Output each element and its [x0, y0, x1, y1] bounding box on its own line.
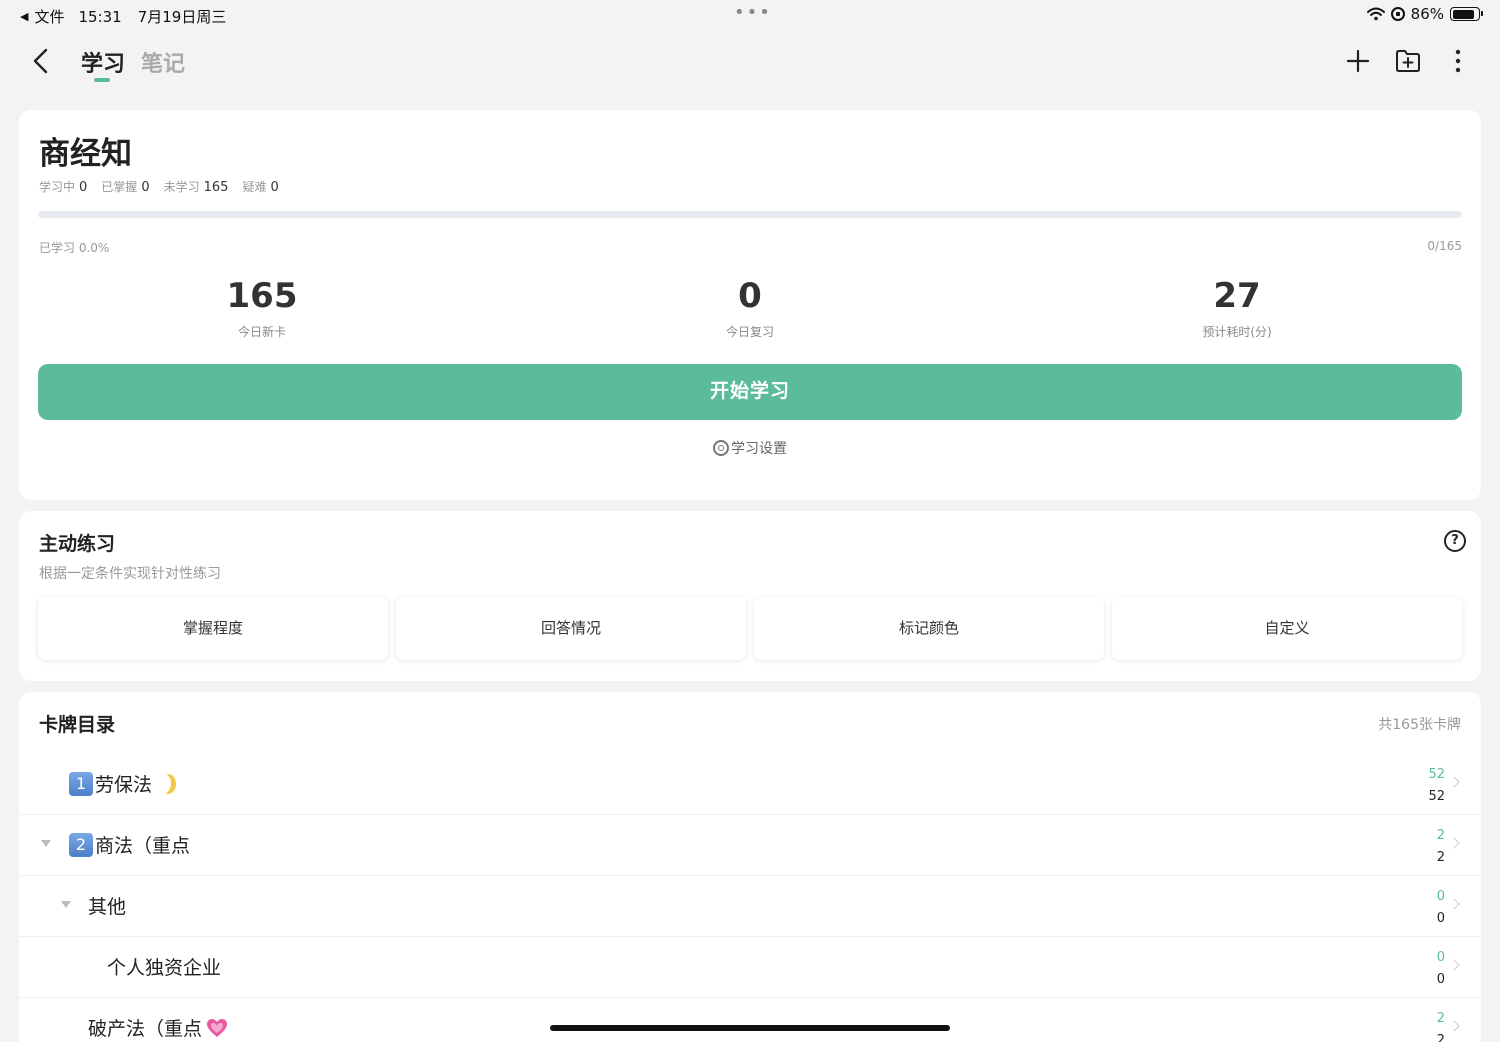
more-menu-icon[interactable] [1444, 46, 1472, 76]
catalog-list: 1 劳保法 52 52 2 商法（重点 2 2 其他 0 0 个人独资企业 0 … [19, 754, 1481, 1042]
catalog-row-name: 其他 [88, 896, 127, 918]
status-time: 15:31 [78, 7, 122, 26]
catalog-title: 卡牌目录 [39, 714, 116, 736]
chevron-right-icon [1448, 837, 1460, 849]
multitasking-dots-icon[interactable]: ••• [734, 4, 772, 22]
status-date: 7月19日周三 [137, 8, 227, 26]
catalog-row-name: 2 商法（重点 [69, 831, 190, 858]
catalog-row-counts: 0 0 [1436, 889, 1445, 926]
catalog-row[interactable]: 破产法（重点 2 2 [19, 998, 1481, 1042]
chevron-right-icon [1448, 898, 1460, 910]
catalog-row-counts: 0 0 [1436, 950, 1445, 987]
practice-card: 主动练习 根据一定条件实现针对性练习 ? 掌握程度 回答情况 标记颜色 自定义 [19, 511, 1481, 681]
metric-review: 0 今日复习 [725, 276, 774, 339]
home-indicator[interactable] [550, 1025, 950, 1031]
progress-bar [38, 211, 1462, 218]
heart-icon [207, 1018, 228, 1037]
practice-custom-button[interactable]: 自定义 [1112, 597, 1462, 660]
expand-caret-icon[interactable] [41, 840, 51, 847]
start-study-button[interactable]: 开始学习 [38, 364, 1462, 420]
tab-study[interactable]: 学习 [81, 46, 125, 78]
catalog-row-name: 破产法（重点 [88, 1014, 228, 1041]
battery-icon [1450, 7, 1483, 21]
back-icon[interactable] [28, 46, 56, 76]
number-one-badge-icon: 1 [69, 771, 93, 796]
battery-percent: 86% [1410, 5, 1444, 23]
top-nav: 学习 笔记 [0, 36, 1500, 88]
study-settings-label[interactable]: 学习设置 [731, 438, 787, 458]
practice-mark-color-button[interactable]: 标记颜色 [754, 597, 1104, 660]
catalog-row-counts: 2 2 [1436, 828, 1445, 865]
practice-title: 主动练习 [39, 533, 116, 555]
catalog-row[interactable]: 其他 0 0 [19, 876, 1481, 937]
add-folder-icon[interactable] [1394, 46, 1422, 76]
stat-difficult: 疑难 0 [242, 180, 279, 195]
catalog-row-name: 1 劳保法 [69, 770, 177, 797]
catalog-row[interactable]: 2 商法（重点 2 2 [19, 815, 1481, 876]
chevron-right-icon [1448, 1020, 1460, 1032]
metric-new-cards: 165 今日新卡 [226, 276, 298, 339]
practice-subtitle: 根据一定条件实现针对性练习 [39, 566, 221, 582]
progress-count: 0/165 [1427, 239, 1462, 253]
orientation-lock-icon [1390, 7, 1405, 21]
metric-estimated-time: 27 预计耗时(分) [1202, 276, 1272, 339]
progress-percent: 已学习 0.0% [39, 241, 110, 255]
study-card: 商经知 学习中 0 已掌握 0 未学习 165 疑难 0 已学习 0.0% 0/165 … [19, 110, 1481, 500]
catalog-row[interactable]: 个人独资企业 0 0 [19, 937, 1481, 998]
add-icon[interactable] [1344, 46, 1372, 76]
catalog-row[interactable]: 1 劳保法 52 52 [19, 754, 1481, 815]
practice-answers-button[interactable]: 回答情况 [396, 597, 746, 660]
practice-mastery-button[interactable]: 掌握程度 [38, 597, 388, 660]
stat-mastered: 已掌握 0 [101, 180, 150, 195]
nav-actions [1344, 46, 1472, 76]
chevron-right-icon [1448, 959, 1460, 971]
chevron-right-icon [1448, 776, 1460, 788]
back-to-app-icon[interactable]: ◀ [20, 10, 28, 23]
deck-title: 商经知 [39, 136, 132, 172]
deck-stats: 学习中 0 已掌握 0 未学习 165 疑难 0 [39, 178, 279, 195]
back-to-app-label[interactable]: 文件 [34, 6, 64, 27]
status-left: ◀ 文件 15:31 7月19日周三 [20, 6, 226, 27]
catalog-row-counts: 52 52 [1428, 767, 1445, 804]
practice-options: 掌握程度 回答情况 标记颜色 自定义 [38, 597, 1462, 660]
catalog-card: 卡牌目录 共165张卡牌 1 劳保法 52 52 2 商法（重点 2 2 其他 … [19, 692, 1481, 1042]
study-settings-link[interactable]: 学习设置 [19, 438, 1481, 458]
tab-notes[interactable]: 笔记 [141, 46, 185, 78]
catalog-row-name: 个人独资企业 [107, 957, 222, 979]
stat-unlearned: 未学习 165 [163, 180, 229, 195]
status-right: 86% [1366, 5, 1483, 23]
wifi-icon [1366, 7, 1385, 21]
active-tab-indicator [94, 78, 110, 82]
settings-icon [713, 440, 729, 456]
expand-caret-icon[interactable] [61, 901, 71, 908]
catalog-total: 共165张卡牌 [1378, 717, 1461, 733]
status-bar: ◀ 文件 15:31 7月19日周三 ••• 86% [0, 0, 1500, 30]
help-icon[interactable]: ? [1444, 530, 1466, 552]
crescent-moon-icon [155, 772, 177, 794]
stat-learning: 学习中 0 [39, 180, 88, 195]
catalog-row-counts: 2 2 [1436, 1011, 1445, 1042]
number-two-badge-icon: 2 [69, 832, 93, 857]
